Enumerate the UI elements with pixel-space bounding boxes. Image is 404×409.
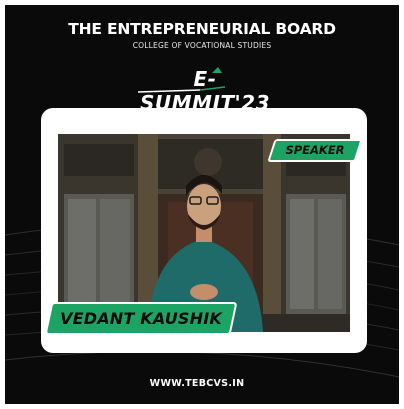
org-title: THE ENTREPRENEURIAL BOARD [68, 20, 336, 38]
logo-swoosh [137, 67, 226, 93]
org-subtitle: COLLEGE OF VOCATIONAL STUDIES [132, 41, 272, 50]
speaker-role-tag: SPEAKER [267, 139, 363, 162]
esummit-logo: E-SUMMIT'23 [130, 67, 280, 115]
website-link: WWW.TEBCVS.IN [149, 378, 245, 389]
speaker-name-tag: VEDANT KAUSHIK [44, 302, 238, 335]
speaker-role-label: SPEAKER [285, 143, 345, 157]
speaker-name: VEDANT KAUSHIK [60, 309, 222, 328]
